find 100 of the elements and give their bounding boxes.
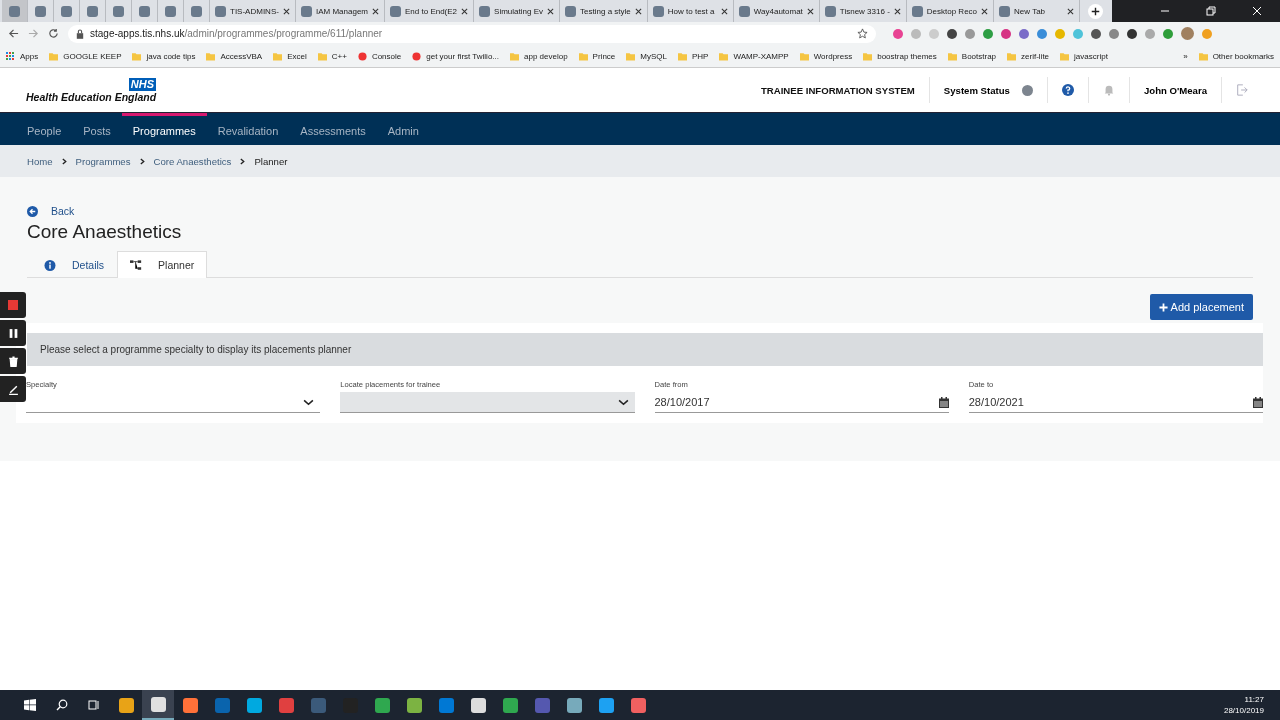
favicon-icon <box>565 5 577 17</box>
draw-button[interactable] <box>0 376 26 402</box>
bookmark[interactable]: PHP <box>677 51 709 61</box>
nav-item[interactable]: Revalidation <box>206 113 290 145</box>
folder-icon <box>677 51 687 61</box>
dropdown-chevron-icon <box>303 398 315 406</box>
bookmark[interactable]: Apps <box>6 51 39 61</box>
pen-icon <box>7 383 19 395</box>
back-link[interactable]: Back <box>51 205 75 217</box>
bookmark[interactable]: MySQL <box>626 51 667 61</box>
breadcrumb-link[interactable]: Planner <box>254 155 288 167</box>
plus-icon <box>1158 302 1168 312</box>
new-tab-icon[interactable] <box>1088 3 1104 19</box>
apps-grid-icon <box>6 51 15 61</box>
close-icon[interactable] <box>547 7 555 15</box>
bookmark[interactable]: WAMP-XAMPP <box>719 51 789 61</box>
favicon-icon <box>911 5 923 17</box>
nav-item[interactable]: People <box>16 113 73 145</box>
bookmark[interactable]: javascript <box>1060 51 1108 61</box>
bookmark[interactable]: Wordpress <box>799 51 853 61</box>
favicon-icon <box>301 5 312 17</box>
close-icon[interactable] <box>981 7 989 15</box>
breadcrumb-link[interactable]: Core Anaesthetics <box>153 155 232 167</box>
bookmark[interactable]: java code tips <box>132 51 196 61</box>
extension-icon[interactable] <box>947 28 957 39</box>
site-icon <box>357 51 367 61</box>
favicon-icon <box>165 5 176 17</box>
breadcrumb-link[interactable]: Programmes <box>75 155 131 167</box>
close-icon[interactable] <box>283 7 290 15</box>
bookmark[interactable]: C++ <box>317 51 347 61</box>
favicon-icon <box>738 5 750 17</box>
nav-item[interactable]: Admin <box>376 113 430 145</box>
bookmark[interactable]: GOOGLE KEEP <box>49 51 122 61</box>
favicon-icon <box>824 5 836 17</box>
folder-icon <box>510 51 519 61</box>
folder-icon <box>206 51 216 61</box>
bookmark[interactable]: Excel <box>273 51 307 61</box>
chevron-icon <box>61 157 67 165</box>
folder-icon <box>1060 51 1070 61</box>
system-name: TRAINEE INFORMATION SYSTEM <box>760 84 916 96</box>
close-icon[interactable] <box>806 7 814 15</box>
extension-icon[interactable] <box>1091 28 1101 39</box>
address-bar[interactable]: stage-apps.tis.nhs.uk/admin/programmes/programme/611/planner <box>68 24 876 43</box>
folder-icon <box>947 51 957 61</box>
extension-icon[interactable] <box>1127 28 1137 39</box>
chevron-icon <box>240 157 246 165</box>
folder-icon <box>49 51 59 61</box>
bookmark[interactable]: zerif-lite <box>1007 51 1050 61</box>
hierarchy-icon <box>130 259 143 271</box>
close-icon[interactable] <box>372 7 380 15</box>
folder-icon <box>799 51 809 61</box>
nav-item[interactable]: Assessments <box>289 113 377 145</box>
back-circle-icon[interactable] <box>27 205 38 217</box>
avatar-icon[interactable] <box>1181 27 1194 40</box>
date-field[interactable]: 28/10/2021 <box>968 392 1263 413</box>
add-placement-button[interactable]: Add placement <box>1149 294 1253 320</box>
folder-icon <box>1198 51 1208 61</box>
app-icon[interactable] <box>142 690 174 720</box>
message-text: Please select a programme specialty to display its placements planner <box>40 344 352 355</box>
user-name[interactable]: John O'Meara <box>1143 84 1207 96</box>
pause-button[interactable] <box>0 320 26 346</box>
close-icon[interactable] <box>634 7 642 15</box>
breadcrumb-link[interactable]: Home <box>27 155 53 167</box>
bookmark[interactable]: get your first Twilio... <box>412 51 499 61</box>
reload-icon[interactable] <box>48 28 59 39</box>
stop-button[interactable] <box>0 292 26 318</box>
bookmark[interactable]: Bootstrap <box>947 51 997 61</box>
browser-tab[interactable] <box>2 0 28 22</box>
favicon-icon <box>87 5 98 17</box>
folder-icon <box>273 51 283 61</box>
close-icon[interactable] <box>720 7 728 15</box>
bookmark[interactable]: Prince <box>578 51 616 61</box>
bookmark[interactable]: Console <box>357 51 402 61</box>
page-title: Core Anaesthetics <box>27 221 183 243</box>
clock-time: 11:27 <box>1244 694 1264 705</box>
favicon-icon <box>61 5 72 17</box>
favicon-icon <box>35 5 46 17</box>
date-field[interactable]: 28/10/2017 <box>654 392 949 413</box>
close-icon[interactable] <box>1067 7 1075 15</box>
delete-button[interactable] <box>0 348 26 374</box>
close-icon[interactable] <box>461 7 469 15</box>
pause-icon <box>7 327 19 339</box>
bookmark[interactable]: AccessVBA <box>206 51 263 61</box>
back-arrow-icon[interactable] <box>8 28 19 39</box>
bookmark[interactable]: app develop <box>510 51 568 61</box>
overflow-button[interactable]: » <box>1183 51 1188 61</box>
page-tab[interactable]: Planner <box>117 251 208 278</box>
close-icon[interactable] <box>893 7 901 15</box>
star-icon[interactable] <box>857 28 868 39</box>
dropdown-chevron-icon <box>617 398 629 406</box>
page-tab[interactable]: Details <box>31 251 118 278</box>
favicon-icon <box>191 5 202 17</box>
nav-item[interactable]: Posts <box>72 113 122 145</box>
bookmark[interactable]: Other bookmarks <box>1198 51 1274 61</box>
status-dot <box>1021 84 1033 96</box>
folder-icon <box>626 51 636 61</box>
help-icon[interactable] <box>1061 84 1074 96</box>
bookmark[interactable]: boostrap themes <box>863 51 937 61</box>
favicon-icon <box>9 5 20 17</box>
trash-icon <box>7 355 19 367</box>
